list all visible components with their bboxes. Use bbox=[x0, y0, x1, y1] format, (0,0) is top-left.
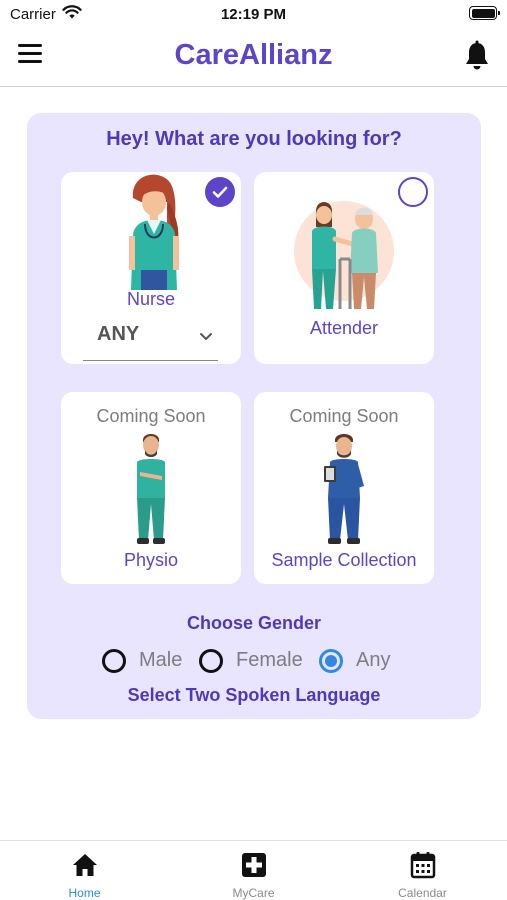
calendar-icon bbox=[410, 852, 436, 879]
tab-home-label: Home bbox=[68, 886, 101, 900]
nurse-type-dropdown[interactable]: ANY bbox=[83, 315, 218, 361]
nurse-type-dropdown-value: ANY bbox=[97, 323, 140, 345]
status-time: 12:19 PM bbox=[220, 6, 287, 23]
gender-radio-group: Male Female Any bbox=[102, 646, 422, 676]
sample-collection-coming-soon-label: Coming Soon bbox=[289, 406, 399, 426]
chevron-down-icon bbox=[200, 333, 212, 341]
status-bar: Carrier 12:19 PM bbox=[0, 0, 507, 30]
sample-collection-label: Sample Collection bbox=[271, 550, 417, 570]
radio-unchecked-icon bbox=[199, 649, 223, 673]
question-heading: Hey! What are you looking for? bbox=[106, 128, 402, 150]
app-title: CareAllianz bbox=[174, 39, 333, 71]
tab-calendar[interactable]: Calendar bbox=[338, 841, 507, 900]
home-icon bbox=[73, 854, 97, 876]
nurse-selected-check-icon[interactable] bbox=[205, 177, 235, 207]
bottom-tab-bar: Home MyCare Calendar bbox=[0, 840, 507, 900]
tab-calendar-label: Calendar bbox=[398, 886, 447, 900]
gender-option-female-label: Female bbox=[236, 649, 303, 671]
gender-option-any-label: Any bbox=[356, 649, 391, 671]
battery-icon bbox=[469, 6, 500, 20]
attender-select-radio-icon[interactable] bbox=[398, 177, 428, 207]
medical-plus-icon bbox=[242, 853, 266, 877]
service-selection-panel: Hey! What are you looking for? Nurse ANY bbox=[27, 113, 481, 719]
physio-card[interactable]: Coming Soon Physio bbox=[61, 392, 241, 584]
tab-mycare-label: MyCare bbox=[232, 886, 275, 900]
gender-option-male[interactable]: Male bbox=[102, 646, 192, 676]
nurse-label: Nurse bbox=[126, 289, 175, 309]
attender-label: Attender bbox=[309, 318, 379, 338]
physio-label: Physio bbox=[123, 550, 179, 570]
bell-icon[interactable] bbox=[462, 40, 492, 72]
app-header: CareAllianz bbox=[0, 30, 507, 87]
select-language-heading[interactable]: Select Two Spoken Language bbox=[27, 685, 481, 706]
attender-card[interactable]: Attender bbox=[254, 172, 434, 364]
physio-illustration bbox=[137, 434, 165, 544]
tab-home[interactable]: Home bbox=[0, 841, 169, 900]
sample-collection-card[interactable]: Coming Soon Sample Collection bbox=[254, 392, 434, 584]
nurse-card[interactable]: Nurse ANY bbox=[61, 172, 241, 364]
gender-option-male-label: Male bbox=[139, 649, 183, 671]
gender-option-any[interactable]: Any bbox=[319, 646, 409, 676]
radio-unchecked-icon bbox=[102, 649, 126, 673]
tab-mycare[interactable]: MyCare bbox=[169, 841, 338, 900]
physio-coming-soon-label: Coming Soon bbox=[96, 406, 206, 426]
lab-technician-illustration bbox=[324, 434, 364, 544]
attender-illustration bbox=[294, 201, 394, 309]
gender-option-female[interactable]: Female bbox=[199, 646, 314, 676]
nurse-illustration bbox=[129, 174, 179, 290]
choose-gender-heading: Choose Gender bbox=[186, 613, 322, 633]
radio-checked-icon bbox=[319, 649, 343, 673]
